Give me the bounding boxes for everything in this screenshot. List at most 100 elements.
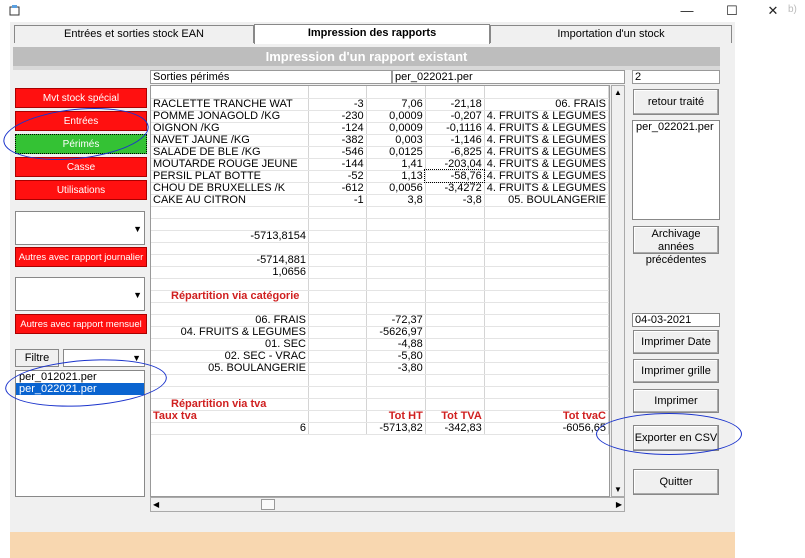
chevron-down-icon: ▼: [133, 224, 142, 234]
table-row: 06. FRAIS -72,37: [151, 314, 609, 327]
print-date-button[interactable]: Imprimer Date: [633, 330, 719, 354]
monthly-report-button[interactable]: Autres avec rapport mensuel: [15, 314, 147, 334]
table-cell: [425, 278, 485, 291]
table-cell: [484, 266, 609, 279]
table-cell: [484, 314, 609, 327]
export-csv-button[interactable]: Exporter en CSV: [633, 425, 719, 451]
table-cell: [308, 242, 367, 255]
table-cell: [484, 398, 609, 411]
scroll-up-icon[interactable]: ▲: [612, 86, 624, 99]
tab-importation-stock[interactable]: Importation d'un stock: [490, 25, 732, 43]
table-cell: MOUTARDE ROUGE JEUNE: [151, 158, 309, 171]
table-row: Répartition via tva: [151, 398, 609, 411]
utilisations-button[interactable]: Utilisations: [15, 180, 147, 200]
casse-button[interactable]: Casse: [15, 157, 147, 177]
table-cell: [484, 362, 609, 375]
daily-report-button[interactable]: Autres avec rapport journalier: [15, 247, 147, 267]
table-cell: [484, 290, 609, 303]
table-cell: 06. FRAIS: [484, 98, 609, 111]
list-item[interactable]: per_012021.per: [16, 371, 144, 383]
title-bar: — ☐ ✕ b): [0, 0, 805, 22]
table-cell: [308, 302, 367, 315]
mvt-stock-special-button[interactable]: Mvt stock spécial: [15, 88, 147, 108]
table-cell: [366, 206, 426, 219]
table-cell: [151, 386, 309, 399]
table-cell: [425, 374, 485, 387]
entrees-button[interactable]: Entrées: [15, 111, 147, 131]
processed-file-list[interactable]: per_022021.per: [632, 120, 720, 220]
table-cell: 0,0125: [366, 146, 426, 159]
filter-button[interactable]: Filtre: [15, 349, 59, 367]
table-cell: 4. FRUITS & LEGUMES: [484, 134, 609, 147]
table-cell: [366, 218, 426, 231]
table-row: 02. SEC - VRAC -5,80: [151, 350, 609, 363]
table-cell: 05. BOULANGERIE: [151, 362, 309, 375]
table-cell: Tot tvaC: [484, 410, 609, 423]
print-grid-button[interactable]: Imprimer grille: [633, 359, 719, 383]
table-row: PERSIL PLAT BOTTE -52 1,13 -58,76 4. FRUITS …: [151, 169, 609, 183]
table-cell: -1,146: [425, 134, 485, 147]
table-cell: -546: [308, 146, 367, 159]
table-cell: [308, 254, 367, 267]
table-cell: [151, 302, 309, 315]
table-cell: [425, 242, 485, 255]
table-cell: -5626,97: [366, 326, 426, 339]
table-cell: 3,8: [366, 194, 426, 207]
daily-report-select[interactable]: ▼: [15, 211, 145, 245]
quit-button[interactable]: Quitter: [633, 469, 719, 495]
table-cell: CHOU DE BRUXELLES /K: [151, 182, 309, 195]
print-button[interactable]: Imprimer: [633, 389, 719, 413]
table-cell: [484, 350, 609, 363]
minimize-button[interactable]: —: [667, 0, 707, 22]
table-cell: -5714,881: [151, 254, 309, 267]
table-cell: [425, 86, 485, 99]
table-row: POMME JONAGOLD /KG -230 0,0009 -0,207 4. FRU…: [151, 110, 609, 123]
table-cell: [366, 290, 426, 303]
table-cell: [425, 386, 485, 399]
table-cell: [484, 254, 609, 267]
table-cell: [484, 386, 609, 399]
table-cell: [366, 242, 426, 255]
archive-button[interactable]: Archivage années précédentes: [633, 226, 719, 266]
monthly-report-select[interactable]: ▼: [15, 277, 145, 311]
table-cell: [151, 374, 309, 387]
table-cell: [308, 398, 367, 411]
table-cell: [308, 422, 367, 435]
scroll-left-icon[interactable]: ◀: [153, 498, 159, 511]
table-cell: -0,1116: [425, 122, 485, 135]
table-cell: [484, 206, 609, 219]
report-grid[interactable]: RACLETTE TRANCHE WAT -3 7,06 -21,18 06. FRAI…: [150, 85, 610, 497]
table-row: RACLETTE TRANCHE WAT -3 7,06 -21,18 06. FRAI…: [151, 98, 609, 111]
list-item[interactable]: per_022021.per: [633, 121, 719, 133]
retour-traite-button[interactable]: retour traité: [633, 89, 719, 115]
table-row: MOUTARDE ROUGE JEUNE -144 1,41 -203,04 4. FR…: [151, 158, 609, 171]
close-button[interactable]: ✕: [753, 0, 793, 22]
table-cell: -3,8: [425, 194, 485, 207]
tab-impression-rapports[interactable]: Impression des rapports: [254, 24, 490, 44]
perimes-button[interactable]: Périmés: [15, 134, 147, 154]
scroll-down-icon[interactable]: ▼: [612, 483, 624, 496]
table-cell: -1: [308, 194, 367, 207]
table-cell: [425, 206, 485, 219]
table-row: -5713,8154: [151, 230, 609, 243]
list-item[interactable]: per_022021.per: [16, 383, 144, 395]
filter-select[interactable]: ▼: [63, 349, 145, 367]
table-row: Répartition via catégorie: [151, 290, 609, 303]
table-cell: [151, 86, 309, 99]
table-cell: OIGNON /KG: [151, 122, 309, 135]
maximize-button[interactable]: ☐: [712, 0, 752, 22]
table-cell: [308, 362, 367, 375]
tab-entrees-sorties[interactable]: Entrées et sorties stock EAN: [14, 25, 254, 43]
table-cell: -5,80: [366, 350, 426, 363]
grid-horizontal-scrollbar[interactable]: ◀ ▶: [150, 497, 625, 512]
report-file-list[interactable]: per_012021.per per_022021.per: [15, 370, 145, 497]
table-row: CAKE AU CITRON -1 3,8 -3,8 05. BOULANGERIE: [151, 194, 609, 207]
date-input[interactable]: 04-03-2021: [632, 313, 720, 327]
table-cell: 4. FRUITS & LEGUMES: [484, 158, 609, 171]
scroll-thumb[interactable]: [261, 499, 275, 510]
table-cell: Répartition via tva: [151, 398, 309, 411]
scroll-right-icon[interactable]: ▶: [616, 498, 622, 511]
table-cell: [425, 302, 485, 315]
grid-vertical-scrollbar[interactable]: ▲ ▼: [611, 85, 625, 497]
app-icon: [9, 5, 20, 16]
